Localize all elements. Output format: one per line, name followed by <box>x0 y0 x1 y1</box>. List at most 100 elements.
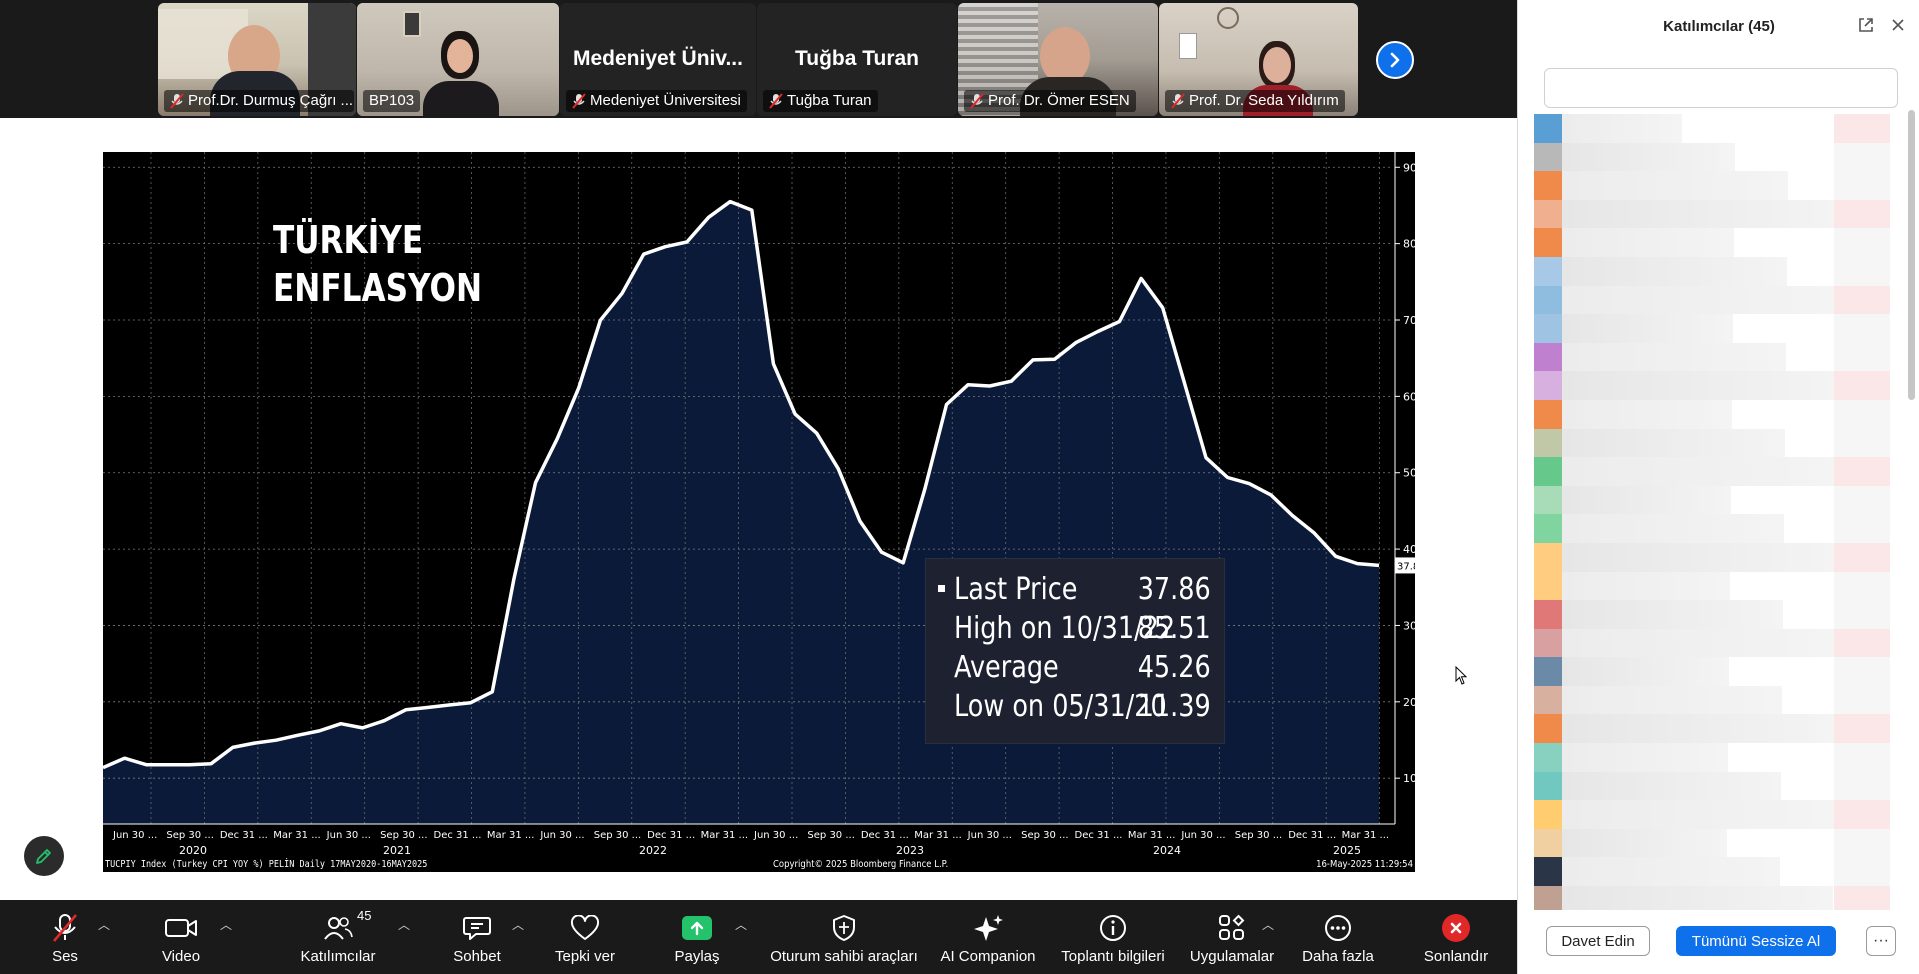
avatar <box>1534 228 1562 257</box>
audio-options-caret[interactable]: ︿ <box>98 916 110 933</box>
participant-row[interactable] <box>1534 457 1890 486</box>
participant-name: Prof. Dr. Seda Yıldırım <box>1189 92 1339 109</box>
participant-status <box>1834 199 1890 229</box>
participant-row[interactable] <box>1534 657 1890 686</box>
participant-display-name: Medeniyet Üniv... <box>573 47 743 70</box>
legend-value: 11.39 <box>1137 689 1211 724</box>
participant-row[interactable] <box>1534 685 1890 715</box>
host-tools-button[interactable]: Oturum sahibi araçları <box>766 900 922 974</box>
chat-options-caret[interactable]: ︿ <box>512 916 524 933</box>
share-screen-button[interactable]: Paylaş <box>672 900 722 974</box>
participant-name-redacted <box>1562 371 1839 400</box>
participant-status <box>1834 857 1890 887</box>
participant-row[interactable] <box>1534 228 1890 257</box>
participant-row[interactable] <box>1534 114 1890 143</box>
participants-options-caret[interactable]: ︿ <box>398 916 410 933</box>
panel-scrollbar[interactable] <box>1908 110 1915 400</box>
participant-row[interactable] <box>1534 628 1890 658</box>
toolbar-label: Ses <box>52 948 78 965</box>
participant-status <box>1834 685 1890 715</box>
participant-row[interactable] <box>1534 600 1890 629</box>
participant-name-redacted <box>1562 428 1785 458</box>
x-tick-label: Dec 31 ... <box>1288 830 1336 841</box>
participant-row[interactable] <box>1534 828 1890 858</box>
participant-row[interactable] <box>1534 571 1890 601</box>
participant-row[interactable] <box>1534 342 1890 372</box>
x-tick-label: Jun 30 ... <box>967 830 1012 841</box>
video-options-caret[interactable]: ︿ <box>220 916 232 933</box>
avatar <box>1534 542 1562 572</box>
y-tick-label: 70 <box>1403 314 1415 327</box>
x-year-label: 2024 <box>1153 844 1181 857</box>
apps-options-caret[interactable]: ︿ <box>1262 916 1274 933</box>
participant-row[interactable] <box>1534 256 1890 286</box>
avatar <box>1534 142 1562 172</box>
end-meeting-button[interactable]: Sonlandır <box>1416 900 1496 974</box>
participant-row[interactable] <box>1534 314 1890 343</box>
meeting-info-button[interactable]: Toplantı bilgileri <box>1056 900 1170 974</box>
participant-row[interactable] <box>1534 514 1890 543</box>
reactions-button[interactable]: Tepki ver <box>552 900 618 974</box>
participant-row[interactable] <box>1534 285 1890 315</box>
panel-more-button[interactable]: ··· <box>1866 926 1896 956</box>
participant-row[interactable] <box>1534 142 1890 172</box>
participant-row[interactable] <box>1534 171 1890 200</box>
participant-row[interactable] <box>1534 886 1890 910</box>
participants-button[interactable]: 45 Katılımcılar <box>296 900 380 974</box>
more-button[interactable]: Daha fazla <box>1298 900 1378 974</box>
video-tile[interactable]: Tuğba Turan Tuğba Turan <box>757 3 957 116</box>
avatar <box>1534 685 1562 715</box>
x-tick-label: Mar 31 ... <box>487 830 535 841</box>
x-year-label: 2020 <box>179 844 207 857</box>
participants-panel: Katılımcılar (45) Davet Edin Tümünü Sess… <box>1517 0 1919 974</box>
chat-button[interactable]: Sohbet <box>452 900 502 974</box>
participant-row[interactable] <box>1534 800 1890 829</box>
avatar <box>1534 285 1562 315</box>
video-tile[interactable]: Prof.Dr. Durmuş Çağrı ... <box>158 3 356 116</box>
more-icon <box>1323 912 1353 944</box>
participant-search-input[interactable] <box>1544 68 1898 108</box>
legend-square-icon <box>938 585 945 592</box>
mute-all-button[interactable]: Tümünü Sessize Al <box>1676 926 1836 956</box>
participant-status <box>1834 171 1890 200</box>
video-button[interactable]: Video <box>156 900 206 974</box>
video-tile[interactable]: Medeniyet Üniv... Medeniyet Üniversitesi <box>560 3 756 116</box>
video-tile[interactable]: Prof. Dr. Ömer ESEN <box>958 3 1158 116</box>
x-tick-label: Mar 31 ... <box>914 830 962 841</box>
video-tile-active-speaker[interactable]: BP103 <box>357 3 559 116</box>
next-page-button[interactable] <box>1376 41 1414 79</box>
participant-row[interactable] <box>1534 485 1890 515</box>
avatar <box>1534 485 1562 515</box>
share-options-caret[interactable]: ︿ <box>735 916 747 933</box>
participant-row[interactable] <box>1534 199 1890 229</box>
invite-button[interactable]: Davet Edin <box>1546 926 1650 956</box>
x-tick-label: Sep 30 ... <box>594 830 641 841</box>
x-tick-label: Sep 30 ... <box>166 830 213 841</box>
chart-title: TÜRKİYE ENFLASYON <box>273 216 482 312</box>
x-tick-label: Mar 31 ... <box>273 830 321 841</box>
price-legend: Last Price 37.86 High on 10/31/22 85.51 Av… <box>925 558 1225 744</box>
participant-row[interactable] <box>1534 714 1890 744</box>
popout-icon[interactable] <box>1857 16 1875 34</box>
participant-row[interactable] <box>1534 542 1890 572</box>
annotate-button[interactable] <box>24 836 64 876</box>
y-tick-label: 40 <box>1403 543 1415 556</box>
audio-button[interactable]: Ses <box>40 900 90 974</box>
participant-name-redacted <box>1562 285 1840 315</box>
avatar <box>1534 256 1562 286</box>
video-tile[interactable]: Prof. Dr. Seda Yıldırım <box>1159 3 1358 116</box>
close-icon[interactable] <box>1889 16 1907 34</box>
participant-row[interactable] <box>1534 399 1890 429</box>
apps-button[interactable]: Uygulamalar <box>1186 900 1278 974</box>
participant-row[interactable] <box>1534 771 1890 801</box>
participant-name-redacted <box>1562 228 1734 257</box>
participant-row[interactable] <box>1534 428 1890 458</box>
participant-name-redacted <box>1562 256 1787 286</box>
video-camera-icon <box>164 912 198 944</box>
participant-row[interactable] <box>1534 743 1890 772</box>
participant-row[interactable] <box>1534 371 1890 400</box>
toolbar-label: Tepki ver <box>554 948 616 965</box>
participant-status <box>1834 399 1890 429</box>
ai-companion-button[interactable]: AI Companion <box>938 900 1038 974</box>
participant-row[interactable] <box>1534 857 1890 887</box>
